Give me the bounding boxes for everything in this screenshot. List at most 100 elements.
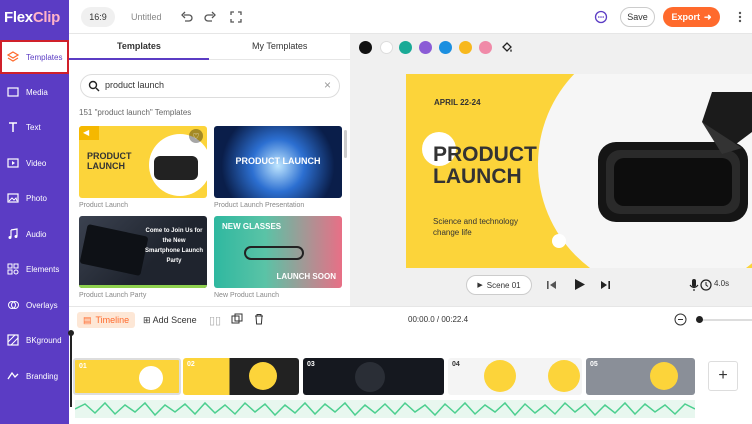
skip-forward-icon[interactable] [599, 279, 611, 294]
fullscreen-icon[interactable] [229, 10, 243, 24]
clip-thumbnail-circle [139, 366, 163, 390]
clip-number: 02 [187, 361, 195, 368]
color-swatch-black[interactable] [359, 41, 372, 54]
split-icon[interactable]: ▯▯ [209, 314, 221, 327]
timeline-icon: ▤ [83, 314, 92, 325]
sidebar-item-label: Audio [26, 229, 47, 239]
card-label: Product Launch Presentation [214, 202, 305, 209]
zoom-slider-track[interactable] [697, 319, 752, 321]
tab-templates[interactable]: Templates [117, 41, 161, 51]
scene-label: Scene 01 [486, 280, 521, 290]
timeline-clip[interactable]: 01 [73, 358, 181, 395]
clip-thumbnail-circle [355, 362, 385, 392]
clip-number: 05 [590, 361, 598, 368]
zoom-out-icon[interactable] [674, 313, 687, 329]
aspect-ratio-button[interactable]: 16:9 [81, 7, 115, 27]
more-icon[interactable] [733, 10, 747, 24]
sidebar-item-elements[interactable]: Elements [0, 252, 69, 286]
tab-my-templates[interactable]: My Templates [252, 41, 307, 51]
timeline-clip[interactable]: 05 [586, 358, 695, 395]
preview-date: APRIL 22-24 [434, 98, 481, 107]
template-card[interactable]: Come to Join Us for the New Smartphone L… [79, 216, 207, 288]
undo-icon[interactable] [180, 10, 194, 24]
playhead[interactable] [70, 332, 72, 407]
duplicate-icon[interactable] [231, 313, 243, 328]
sidebar-item-branding[interactable]: Branding [0, 359, 69, 393]
search-input[interactable] [105, 80, 315, 90]
card-title: Come to Join Us for the New Smartphone L… [145, 228, 204, 264]
sidebar-item-video[interactable]: Video [0, 146, 69, 180]
clock-icon [700, 279, 712, 294]
project-title[interactable]: Untitled [131, 12, 162, 22]
timeline-timecode: 00:00.0 / 00:22.4 [408, 315, 469, 324]
timeline-clip[interactable]: 02 [183, 358, 299, 395]
audio-waveform[interactable] [75, 400, 695, 418]
logo-text: FlexClip [4, 9, 60, 26]
color-swatch-purple[interactable] [419, 41, 432, 54]
sidebar-item-audio[interactable]: Audio [0, 217, 69, 251]
clip-number: 04 [452, 361, 460, 368]
color-swatch-blue[interactable] [439, 41, 452, 54]
text-icon [6, 120, 20, 134]
sidebar-item-label: Branding [26, 371, 59, 381]
scene-selector[interactable]: ▶ Scene 01 [466, 275, 532, 295]
search-icon [88, 80, 100, 95]
delete-icon[interactable] [253, 313, 265, 328]
timeline-label: Timeline [95, 315, 130, 325]
timeline-clip[interactable]: 03 [303, 358, 444, 395]
sidebar-item-photo[interactable]: Photo [0, 181, 69, 215]
color-swatch-yellow[interactable] [459, 41, 472, 54]
preview-title-line1: PRODUCT [433, 143, 537, 166]
branding-icon [6, 369, 20, 383]
timeline-clip[interactable]: 04 [448, 358, 582, 395]
template-card[interactable]: NEW GLASSES LAUNCH SOON [214, 216, 342, 288]
add-scene-plus-button[interactable]: + [708, 361, 738, 391]
template-card[interactable]: ◀ PRODUCT LAUNCH ♡ [79, 126, 207, 198]
template-search-box[interactable]: × [80, 74, 340, 98]
panel-scrollbar[interactable] [344, 130, 347, 158]
plus-icon: + [718, 367, 728, 384]
sidebar-item-text[interactable]: Text [0, 110, 69, 144]
zoom-slider-thumb[interactable] [696, 316, 703, 323]
export-label: Export [671, 12, 700, 22]
color-swatch-white[interactable] [380, 41, 393, 54]
redo-icon[interactable] [203, 10, 217, 24]
template-card[interactable]: PRODUCT LAUNCH [214, 126, 342, 198]
sidebar-item-label: Elements [26, 264, 60, 274]
playhead-handle[interactable] [68, 330, 74, 336]
mute-badge: ◀ [79, 126, 99, 140]
clip-number: 01 [79, 363, 87, 370]
color-swatch-pink[interactable] [479, 41, 492, 54]
sidebar-item-background[interactable]: BKground [0, 323, 69, 357]
scene-duration[interactable]: 4.0s [714, 279, 729, 288]
card-label: New Product Launch [214, 292, 279, 299]
color-swatch-teal[interactable] [399, 41, 412, 54]
sidebar-item-media[interactable]: Media [0, 75, 69, 109]
microphone-icon[interactable] [688, 278, 700, 295]
chat-icon[interactable] [594, 10, 608, 24]
favorite-heart-icon[interactable]: ♡ [189, 129, 203, 143]
video-icon [6, 156, 20, 170]
skip-back-icon[interactable] [546, 279, 558, 294]
video-preview[interactable]: APRIL 22-24 PRODUCT LAUNCH Science and t… [406, 74, 752, 268]
card-accent-bar [79, 285, 207, 288]
save-button[interactable]: Save [620, 7, 655, 27]
elements-icon [6, 262, 20, 276]
sidebar-item-overlays[interactable]: Overlays [0, 288, 69, 322]
clip-thumbnail-circle [249, 362, 277, 390]
add-scene-button[interactable]: ⊞ Add Scene [143, 315, 197, 326]
play-small-icon: ▶ [477, 282, 483, 289]
paint-bucket-icon[interactable] [500, 40, 514, 57]
flexclip-logo[interactable]: FlexClip [4, 9, 60, 26]
sidebar-item-label: Text [26, 122, 41, 132]
sidebar-item-templates[interactable]: Templates [0, 40, 69, 74]
play-icon[interactable] [573, 278, 586, 294]
sidebar-item-label: Overlays [26, 300, 58, 310]
speaker-muted-icon: ◀ [83, 128, 90, 137]
sidebar-item-label: Video [26, 158, 47, 168]
overlays-icon [6, 298, 20, 312]
audio-icon [6, 227, 20, 241]
clear-search-icon[interactable]: × [324, 78, 331, 92]
timeline-button[interactable]: ▤ Timeline [77, 312, 136, 328]
export-button[interactable]: Export ➜ [663, 7, 720, 27]
